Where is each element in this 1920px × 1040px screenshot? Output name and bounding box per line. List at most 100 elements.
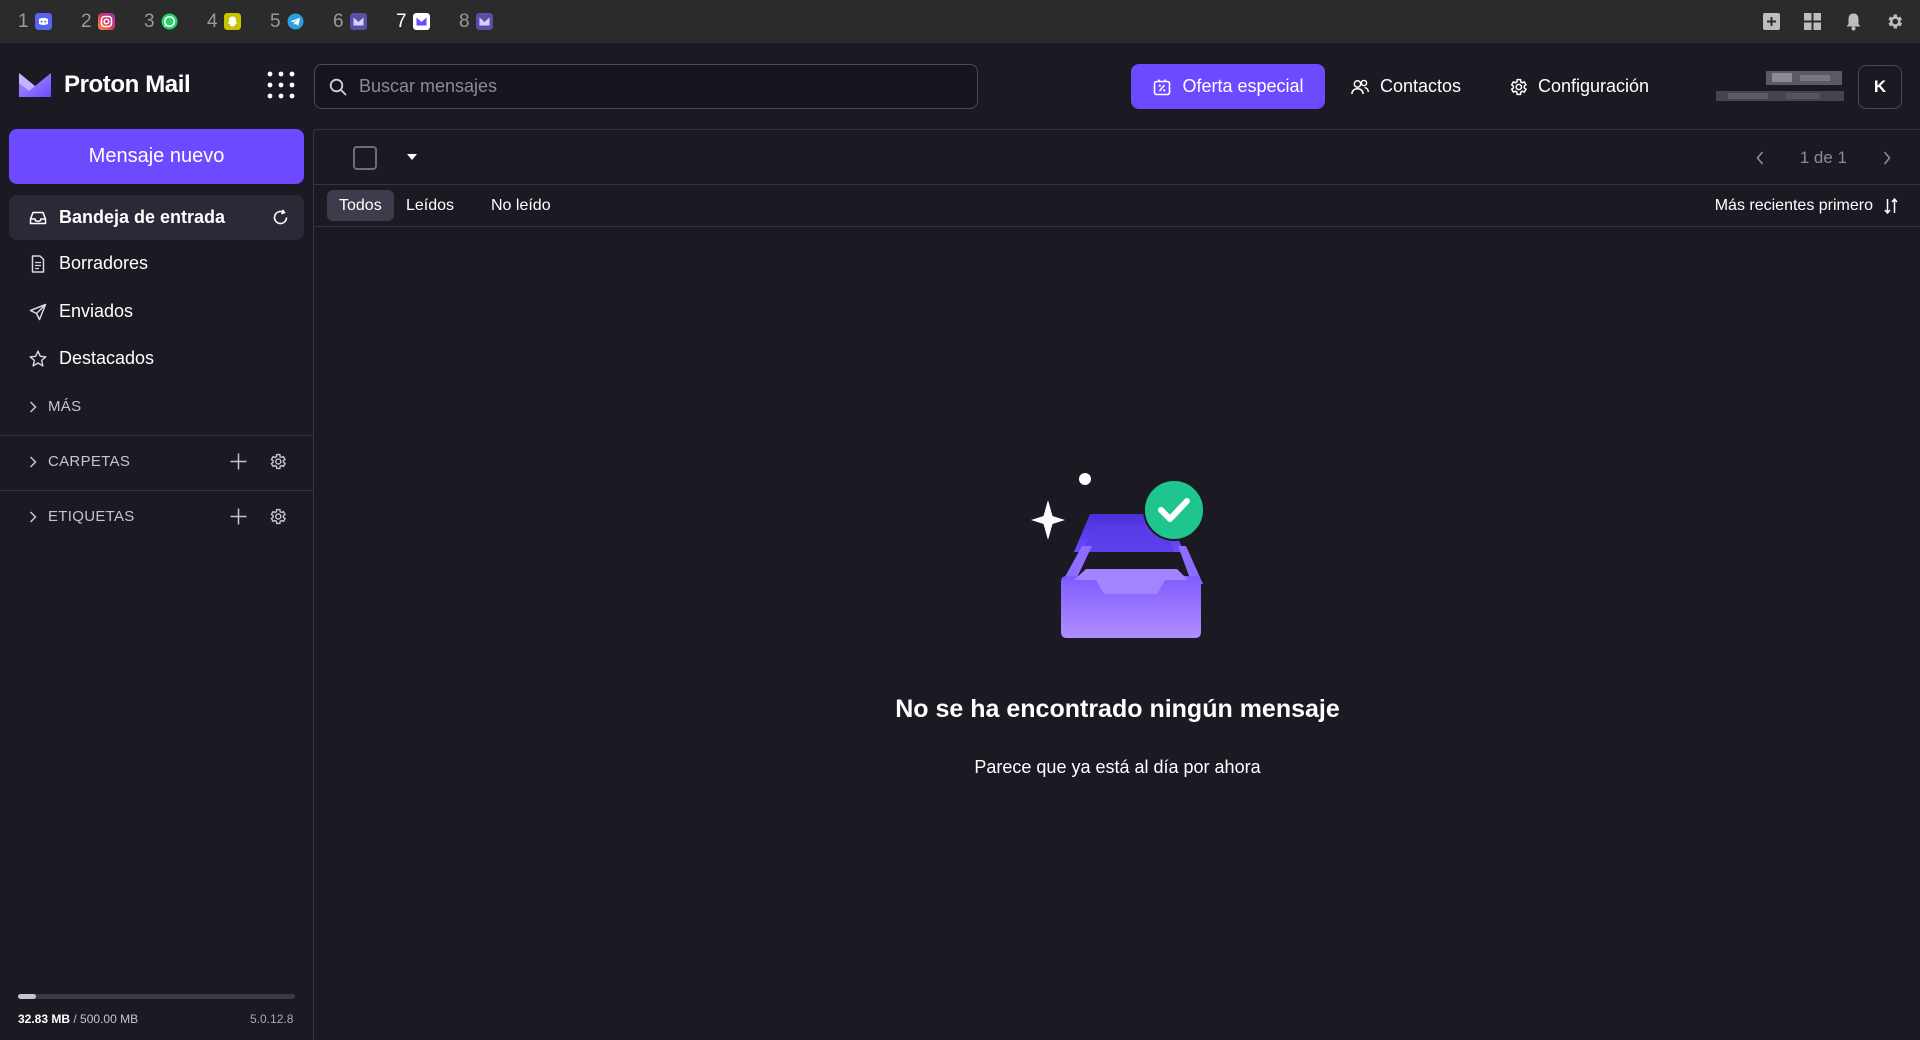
storage-total: / 500.00 MB	[73, 1012, 139, 1026]
sidebar-item-drafts[interactable]: Borradores	[9, 241, 304, 286]
labels-section-toggle[interactable]: ETIQUETAS	[28, 508, 135, 525]
sidebar: Mensaje nuevo Bandeja de entrada Borrado…	[0, 129, 313, 1040]
folders-section-toggle[interactable]: CARPETAS	[28, 453, 130, 470]
select-dropdown-caret-icon[interactable]	[406, 152, 418, 162]
chevron-right-icon	[29, 455, 37, 468]
workspace-3[interactable]: 3	[144, 0, 207, 43]
special-offer-button[interactable]: Oferta especial	[1131, 64, 1325, 109]
more-label: MÁS	[48, 398, 82, 415]
filter-all[interactable]: Todos	[327, 190, 394, 221]
search-box[interactable]	[314, 64, 978, 109]
filter-read[interactable]: Leídos	[394, 190, 466, 221]
sidebar-item-starred[interactable]: Destacados	[9, 336, 304, 381]
workspace-number: 5	[270, 10, 281, 32]
inbox-icon	[29, 211, 47, 224]
user-info-redacted[interactable]	[1716, 67, 1844, 107]
contacts-icon	[1351, 79, 1370, 94]
chevron-right-icon	[1883, 150, 1891, 165]
sort-button[interactable]: Más recientes primero	[1715, 190, 1899, 221]
paper-plane-icon	[29, 303, 47, 320]
workspace-number: 4	[207, 10, 218, 32]
empty-inbox-illustration-icon	[1031, 473, 1205, 638]
system-tray	[1762, 12, 1904, 31]
add-folder-icon[interactable]	[229, 452, 248, 471]
sidebar-item-label: Enviados	[59, 301, 134, 321]
proton-mail-icon	[412, 13, 430, 30]
mailbox-toolbar: 1 de 1	[314, 130, 1920, 185]
chevron-right-icon	[29, 510, 37, 523]
app-header: Proton Mail Oferta especial Contactos Co…	[0, 43, 1920, 129]
sidebar-divider	[0, 435, 313, 436]
proton-mail-icon	[349, 13, 367, 30]
workspace-number: 3	[144, 10, 155, 32]
filter-unread[interactable]: No leído	[479, 190, 563, 221]
storage-progress-fill	[18, 994, 37, 999]
storage-progress-bar	[18, 994, 295, 999]
sidebar-item-sent[interactable]: Enviados	[9, 289, 304, 334]
telegram-icon	[287, 13, 304, 30]
new-message-button[interactable]: Mensaje nuevo	[9, 129, 304, 184]
search-input[interactable]	[359, 76, 959, 97]
pagination-text: 1 de 1	[1799, 147, 1847, 167]
label-settings-gear-icon[interactable]	[268, 507, 287, 526]
search-icon	[329, 78, 347, 95]
sidebar-divider	[0, 490, 313, 491]
offer-tag-icon	[1154, 79, 1171, 95]
folders-tools	[229, 452, 287, 471]
workspace-list: 1 2 3 4 5 6 7 8	[18, 0, 522, 43]
workspace-4[interactable]: 4	[207, 0, 270, 43]
folders-label: CARPETAS	[48, 453, 131, 470]
user-avatar[interactable]: K	[1858, 65, 1902, 109]
grid-icon[interactable]	[1803, 12, 1822, 31]
discord-icon	[34, 13, 52, 30]
app-launcher-icon[interactable]	[266, 70, 296, 100]
brand-name: Proton Mail	[64, 71, 191, 98]
whatsapp-icon	[161, 13, 178, 30]
more-section-toggle[interactable]: MÁS	[28, 398, 81, 415]
draft-icon	[31, 254, 45, 273]
workspace-6[interactable]: 6	[333, 0, 396, 43]
workspace-8[interactable]: 8	[459, 0, 522, 43]
workspace-number: 6	[333, 10, 344, 32]
workspace-number: 2	[81, 10, 92, 32]
workspace-number: 8	[459, 10, 470, 32]
pagination: 1 de 1	[1726, 130, 1920, 185]
sidebar-item-label: Destacados	[59, 348, 155, 368]
settings-button[interactable]: Configuración	[1508, 64, 1649, 109]
os-top-bar: 1 2 3 4 5 6 7 8	[0, 0, 1920, 43]
contacts-label: Contactos	[1380, 76, 1462, 96]
chevron-right-icon	[29, 400, 37, 413]
next-page-button[interactable]	[1853, 130, 1920, 185]
chevron-left-icon	[1756, 150, 1763, 165]
proton-mail-icon	[475, 13, 493, 30]
sort-arrows-icon	[1884, 197, 1898, 214]
settings-label: Configuración	[1538, 76, 1650, 96]
workspace-5[interactable]: 5	[270, 0, 333, 43]
contacts-button[interactable]: Contactos	[1350, 64, 1461, 109]
filter-bar: Todos Leídos No leído Más recientes prim…	[314, 185, 1920, 227]
workspace-2[interactable]: 2	[81, 0, 144, 43]
gear-icon[interactable]	[1885, 12, 1904, 31]
sidebar-item-label: Bandeja de entrada	[59, 207, 226, 227]
mailbox-panel: 1 de 1 Todos Leídos No leído Más recient…	[313, 129, 1920, 1040]
bell-icon[interactable]	[1844, 12, 1863, 31]
special-offer-label: Oferta especial	[1182, 76, 1304, 96]
proton-mail-logo[interactable]: Proton Mail	[17, 70, 191, 100]
add-label-icon[interactable]	[229, 507, 248, 526]
refresh-icon[interactable]	[271, 208, 290, 227]
labels-tools	[229, 507, 287, 526]
workspace-1[interactable]: 1	[18, 0, 81, 43]
previous-page-button[interactable]	[1726, 130, 1794, 185]
workspace-7[interactable]: 7	[396, 0, 459, 43]
sidebar-item-label: Borradores	[59, 253, 149, 273]
folder-settings-gear-icon[interactable]	[268, 452, 287, 471]
labels-label: ETIQUETAS	[48, 508, 135, 525]
sidebar-item-inbox[interactable]: Bandeja de entrada	[9, 195, 304, 240]
instagram-icon	[97, 13, 115, 30]
empty-state-subtitle: Parece que ya está al día por ahora	[974, 757, 1261, 777]
snapchat-icon	[223, 13, 241, 30]
select-all-checkbox[interactable]	[353, 146, 377, 170]
empty-state-title: No se ha encontrado ningún mensaje	[895, 695, 1340, 723]
workspace-number: 7	[396, 10, 407, 32]
add-square-icon[interactable]	[1762, 12, 1781, 31]
